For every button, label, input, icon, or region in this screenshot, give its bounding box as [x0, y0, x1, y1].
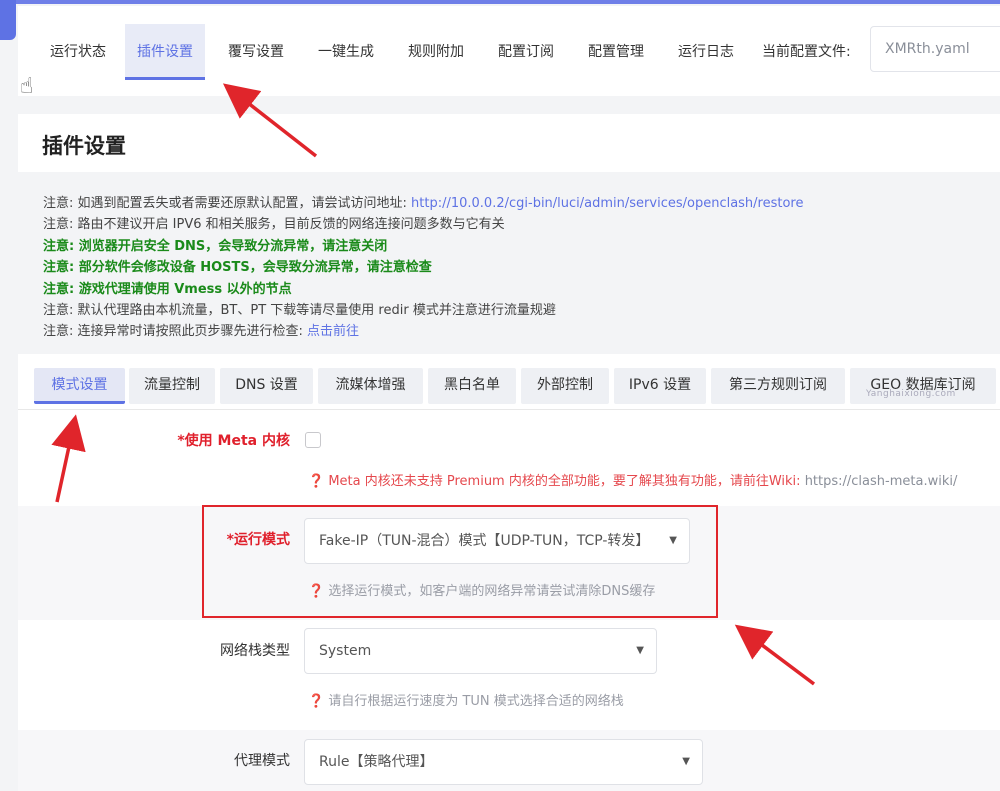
subtab-external-control[interactable]: 外部控制: [521, 368, 609, 404]
config-file-label: 当前配置文件:: [762, 44, 851, 60]
config-file-select[interactable]: XMRth.yaml: [870, 26, 1000, 72]
notice-game-proxy: 注意: 游戏代理请使用 Vmess 以外的节点: [43, 281, 292, 297]
chevron-down-icon: ▼: [682, 756, 690, 767]
troubleshoot-link[interactable]: 点击前往: [307, 324, 359, 339]
subtab-ipv6-settings[interactable]: IPv6 设置: [614, 368, 706, 404]
proxy-mode-value: Rule【策略代理】: [319, 754, 434, 770]
page-title: 插件设置: [42, 134, 126, 158]
notice-hosts: 注意: 部分软件会修改设备 HOSTS，会导致分流异常，请注意检查: [43, 260, 432, 276]
notice-secure-dns: 注意: 浏览器开启安全 DNS，会导致分流异常，请注意关闭: [43, 238, 388, 254]
notice-restore: 注意: 如遇到配置丢失或者需要还原默认配置，请尝试访问地址: http://10…: [43, 193, 993, 214]
notice-list: 注意: 如遇到配置丢失或者需要还原默认配置，请尝试访问地址: http://10…: [43, 193, 993, 343]
meta-kernel-hint: ❓ Meta 内核还未支持 Premium 内核的全部功能，要了解其独有功能，请…: [308, 470, 957, 489]
watermark: Yanghaixiong.com: [866, 389, 956, 399]
network-stack-hint: ❓ 请自行根据运行速度为 TUN 模式选择合适的网络栈: [308, 690, 624, 709]
notice-ipv6: 注意: 路由不建议开启 IPV6 和相关服务，目前反馈的网络连接问题多数与它有关: [43, 217, 505, 233]
restore-link[interactable]: http://10.0.0.2/cgi-bin/luci/admin/servi…: [411, 196, 803, 211]
tab-config-subscribe[interactable]: 配置订阅: [486, 24, 566, 80]
sidebar-accent: [0, 0, 16, 40]
proxy-mode-label: 代理模式: [234, 753, 290, 769]
meta-kernel-label: *使用 Meta 内核: [177, 433, 290, 449]
notice-restore-text: 注意: 如遇到配置丢失或者需要还原默认配置，请尝试访问地址:: [43, 196, 412, 211]
proxy-mode-select[interactable]: Rule【策略代理】 ▼: [304, 739, 703, 785]
subtab-mode-settings[interactable]: 模式设置: [34, 368, 125, 404]
subtab-traffic-control[interactable]: 流量控制: [129, 368, 215, 404]
notice-troubleshoot-text: 注意: 连接异常时请按照此页步骤先进行检查:: [43, 324, 308, 340]
notice-troubleshoot: 注意: 连接异常时请按照此页步骤先进行检查: 点击前往: [43, 321, 993, 342]
title-card: 插件设置: [18, 114, 1000, 172]
row-proxy-mode: 代理模式 Rule【策略代理】 ▼: [18, 730, 1000, 791]
tab-one-click-generate[interactable]: 一键生成: [306, 24, 386, 80]
network-stack-value: System: [319, 643, 372, 659]
network-stack-label: 网络栈类型: [220, 643, 290, 659]
tab-run-status[interactable]: 运行状态: [38, 24, 118, 80]
subtab-third-party-rules[interactable]: 第三方规则订阅: [711, 368, 845, 404]
subtab-dns-settings[interactable]: DNS 设置: [220, 368, 313, 404]
question-icon: ❓: [308, 694, 325, 709]
top-nav: 运行状态 插件设置 覆写设置 一键生成 规则附加 配置订阅 配置管理 运行日志 …: [18, 6, 1000, 96]
tab-plugin-settings[interactable]: 插件设置: [125, 24, 205, 80]
question-icon: ❓: [308, 474, 325, 489]
annotation-highlight-box: [202, 505, 718, 618]
tab-config-manage[interactable]: 配置管理: [576, 24, 656, 80]
meta-kernel-checkbox[interactable]: [305, 432, 321, 448]
notice-redir: 注意: 默认代理路由本机流量，BT、PT 下载等请尽量使用 redir 模式并注…: [43, 303, 556, 319]
meta-wiki-link[interactable]: https://clash-meta.wiki/: [805, 474, 958, 489]
hand-cursor-icon: ☝: [20, 74, 34, 99]
tab-overwrite-settings[interactable]: 覆写设置: [216, 24, 296, 80]
top-accent-line: [0, 0, 1000, 4]
meta-kernel-hint-text: Meta 内核还未支持 Premium 内核的全部功能，要了解其独有功能，请前往…: [328, 474, 805, 489]
tab-run-log[interactable]: 运行日志: [666, 24, 746, 80]
row-network-stack: 网络栈类型 System ▼ ❓ 请自行根据运行速度为 TUN 模式选择合适的网络…: [18, 620, 1000, 730]
subtab-black-white-list[interactable]: 黑白名单: [428, 368, 516, 404]
sub-tabs: 模式设置 流量控制 DNS 设置 流媒体增强 黑白名单 外部控制 IPv6 设置…: [18, 354, 1000, 410]
row-meta-kernel: *使用 Meta 内核 ❓ Meta 内核还未支持 Premium 内核的全部功…: [18, 410, 1000, 506]
subtab-streaming-enhance[interactable]: 流媒体增强: [318, 368, 423, 404]
chevron-down-icon: ▼: [636, 645, 644, 656]
tab-rule-append[interactable]: 规则附加: [396, 24, 476, 80]
network-stack-hint-text: 请自行根据运行速度为 TUN 模式选择合适的网络栈: [328, 694, 624, 709]
network-stack-select[interactable]: System ▼: [304, 628, 657, 674]
